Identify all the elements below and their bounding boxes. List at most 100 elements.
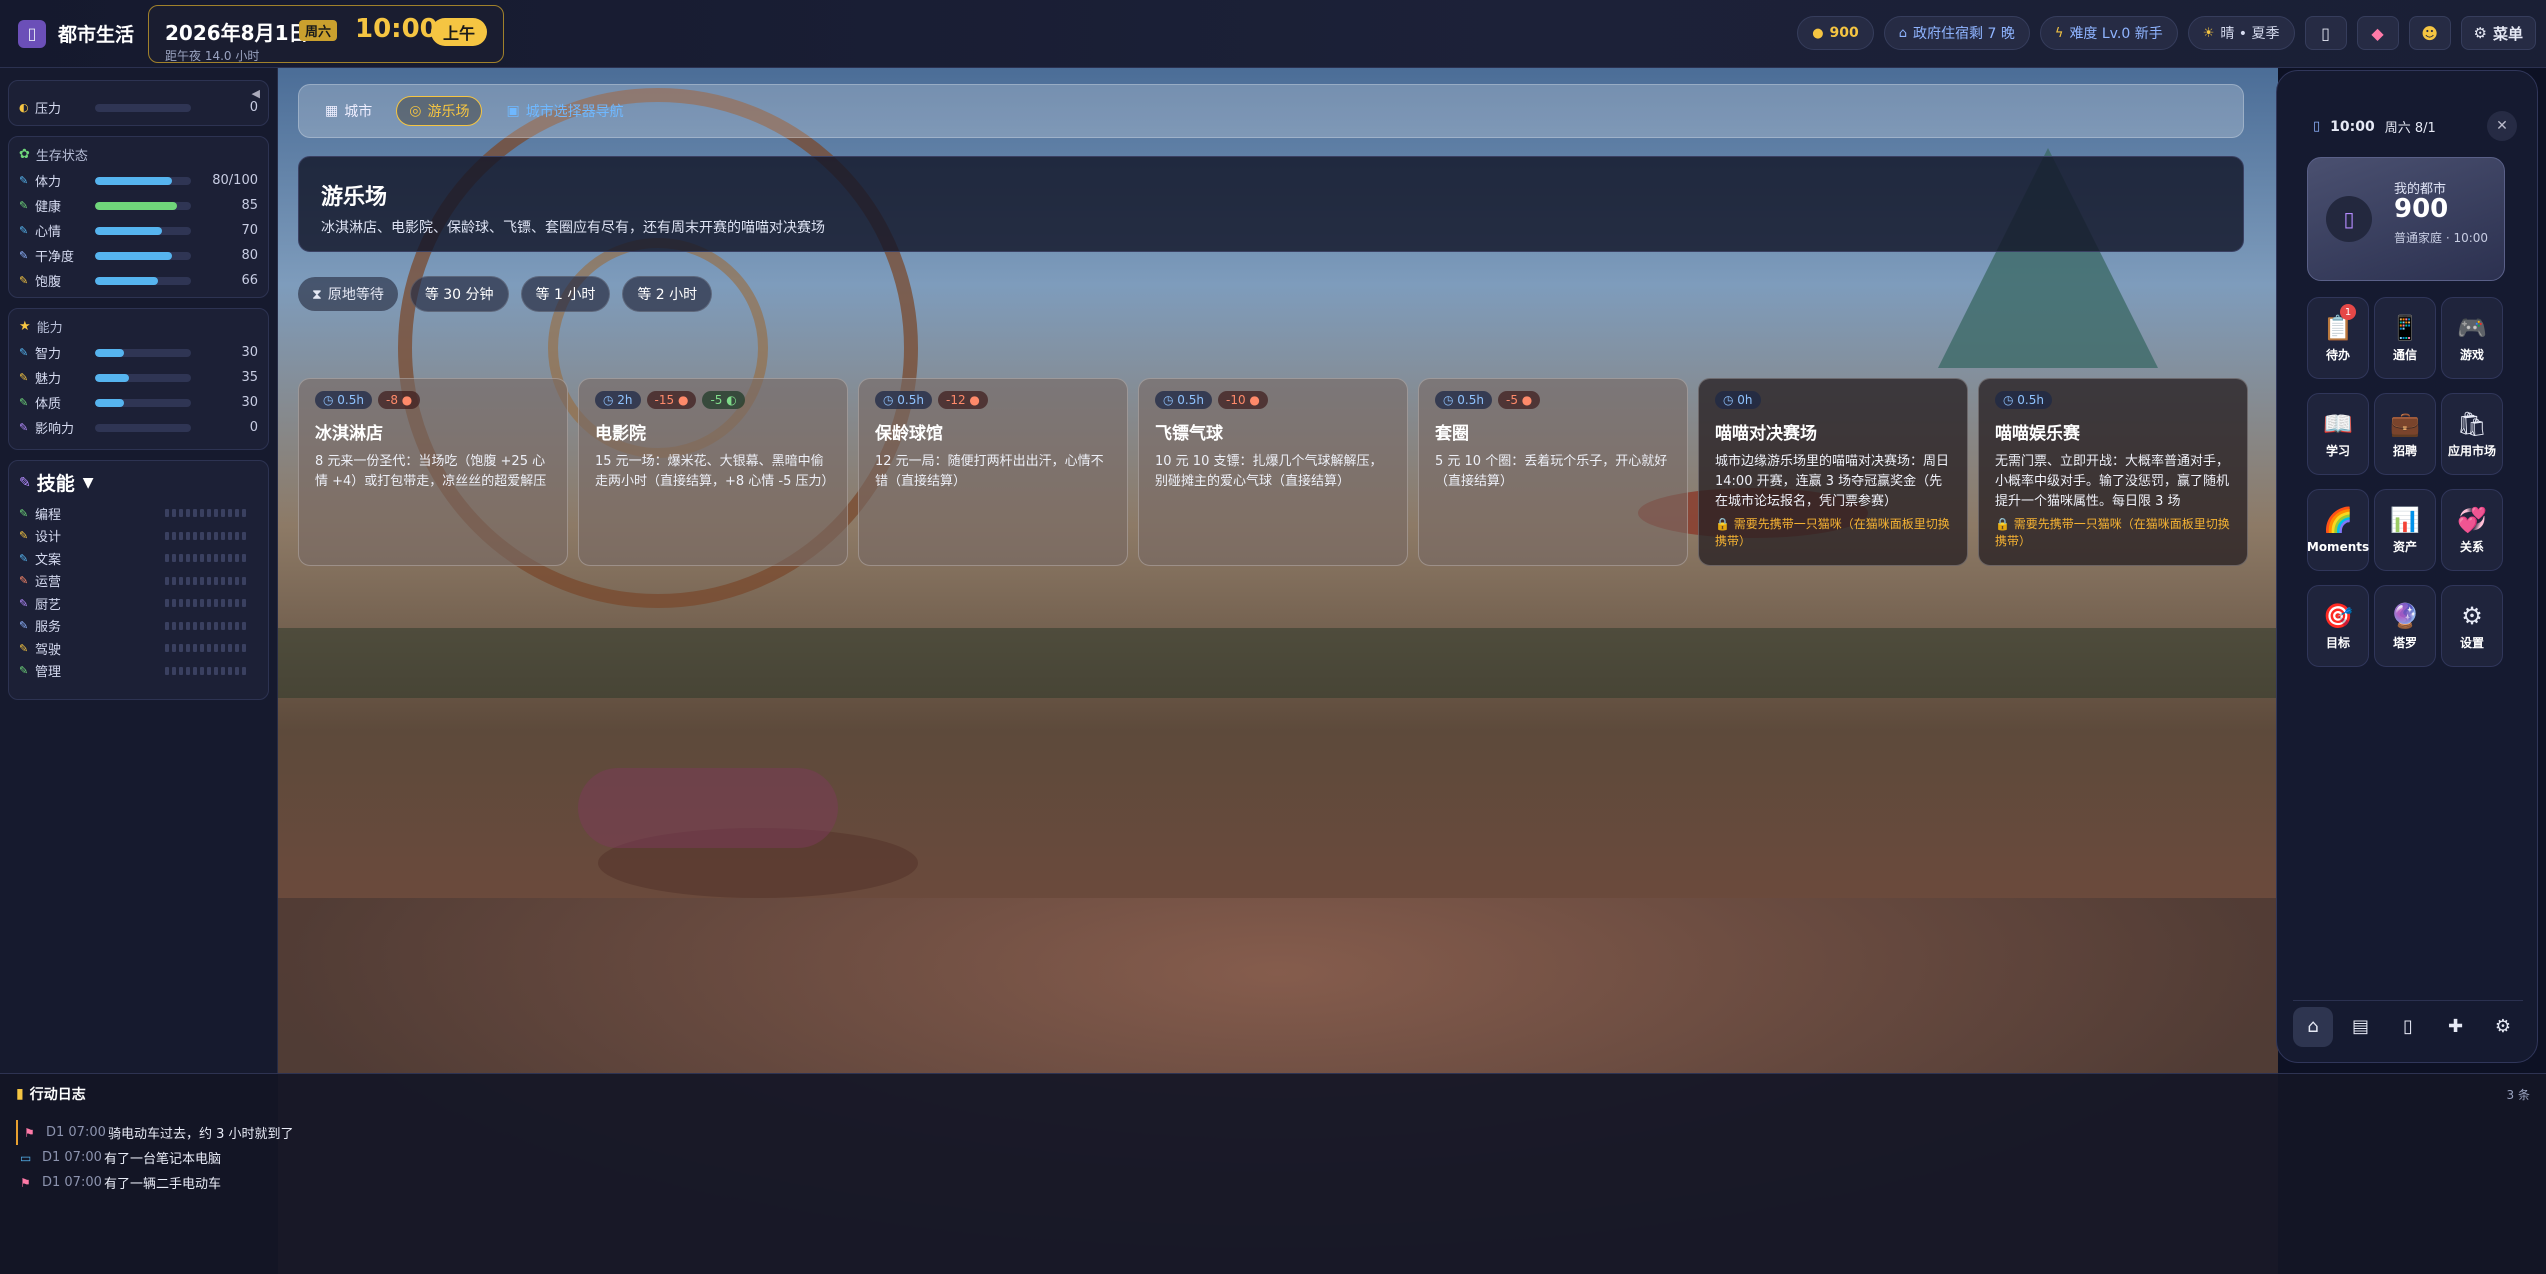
app-label: 目标 [2325, 636, 2350, 650]
skill-row[interactable]: ✎ 管理 [19, 660, 258, 683]
wait-1h-button[interactable]: 等 1 小时 [520, 276, 611, 312]
app-label: 学习 [2325, 444, 2350, 458]
card-title: 电影院 [595, 424, 646, 444]
skill-row[interactable]: ✎ 设计 [19, 525, 258, 548]
stat-label: 影响力 [35, 422, 75, 437]
close-icon: ✕ [2496, 118, 2508, 134]
cat-button[interactable]: ☻ [2408, 16, 2451, 50]
location-description: 冰淇淋店、电影院、保龄球、飞镖、套圈应有尽有，还有周末开赛的喵喵对决赛场 [321, 220, 825, 236]
breadcrumb-current[interactable]: ◎ 游乐场 [396, 96, 483, 126]
difficulty-pill[interactable]: ϟ 难度 Lv.0 新手 [2039, 16, 2178, 50]
stat-value: 80 [241, 248, 258, 263]
app-store-bag[interactable]: 🛍 应用市场 [2441, 393, 2503, 475]
cost-tag: -12 ● [938, 391, 988, 409]
gamepad-icon: ✚ [2447, 1016, 2464, 1037]
phone-status-bar: ▯ 10:00 周六 8/1 [2313, 117, 2436, 137]
wait-label: ⧗ 原地等待 [298, 277, 398, 311]
breadcrumb-city-selector[interactable]: ▣ 城市选择器导航 [506, 101, 623, 121]
stat-bar [95, 423, 191, 432]
skill-row[interactable]: ✎ 编程 [19, 502, 258, 525]
activity-card[interactable]: ◷ 0.5h 喵喵娱乐赛 无需门票、立即开战：大概率普通对手，小概率中级对手。输了没… [1978, 378, 2248, 566]
stat-bar [95, 226, 191, 235]
housing-pill[interactable]: ⌂ 政府住宿剩 7 晚 [1883, 16, 2030, 50]
dock-games[interactable]: ✚ [2436, 1007, 2476, 1047]
card-description: 城市边缘游乐场里的喵喵对决赛场：周日 14:00 开赛，连赢 3 场夺冠赢奖金（… [1715, 454, 1950, 509]
dock-home[interactable]: ⌂ [2293, 1006, 2333, 1047]
pencil-icon: ✎ [19, 421, 29, 434]
stat-row: ✎ 干净度 80 [19, 243, 258, 268]
collapse-sidebar-button[interactable]: ◀ [252, 87, 260, 100]
activity-card[interactable]: ◷ 0.5h -8 ● 冰淇淋店 8 元来一份圣代：当场吃（饱腹 +25 心情 +4）… [298, 378, 568, 566]
activity-card[interactable]: ◷ 0.5h -10 ● 飞镖气球 10 元 10 支镖：扎爆几个气球解解压，别碰摊主… [1138, 378, 1408, 566]
clipboard-icon: ▤ [2351, 1016, 2369, 1037]
app-target[interactable]: 🎯 目标 [2307, 585, 2369, 667]
app-tarot[interactable]: 🔮 塔罗 [2374, 585, 2436, 667]
weather-pill[interactable]: ☀ 晴 • 夏季 [2187, 16, 2295, 50]
coin-icon: ● [674, 393, 689, 407]
stat-label: 饱腹 [35, 275, 62, 290]
stat-value: 85 [241, 198, 258, 213]
difficulty-text: 难度 Lv.0 新手 [2069, 26, 2163, 42]
skill-label: 文案 [35, 552, 62, 568]
app-gear[interactable]: ⚙ 设置 [2441, 585, 2503, 667]
location-header: 游乐场 冰淇淋店、电影院、保龄球、飞镖、套圈应有尽有，还有周末开赛的喵喵对决赛场 [298, 156, 2244, 252]
card-title: 冰淇淋店 [315, 424, 383, 444]
skills-toggle[interactable]: ✎ 技能 ▼ [19, 469, 258, 496]
gear-icon: ⚙ [2461, 602, 2483, 630]
app-briefcase[interactable]: 💼 招聘 [2374, 393, 2436, 475]
pencil-icon: ✎ [19, 474, 31, 491]
bag-button[interactable]: ◆ [2356, 16, 2399, 50]
activity-card[interactable]: ◷ 0h 喵喵对决赛场 城市边缘游乐场里的喵喵对决赛场：周日 14:00 开赛，连赢… [1698, 378, 1968, 566]
my-city-card[interactable]: ▯ 我的都市 900 普通家庭 · 10:00 [2307, 157, 2505, 281]
top-bar: ▯ 都市生活 2026年8月1日 周六 10:00 上午 距午夜 14.0 小时… [0, 0, 2546, 68]
card-tags: ◷ 0.5h [1995, 391, 2231, 409]
app-gamepad[interactable]: 🎮 游戏 [2441, 297, 2503, 379]
left-sidebar: ◀ ◐ 压力 0 ✿ 生存状态 ✎ 体力 80/100 ✎ 健康 85 ✎ 心情 70 ✎ 干净度 80… [0, 68, 278, 1073]
top-right-controls: ● 900 ⌂ 政府住宿剩 7 晚 ϟ 难度 Lv.0 新手 ☀ 晴 • 夏季 ▯ ◆ … [1797, 16, 2536, 50]
skill-row[interactable]: ✎ 厨艺 [19, 592, 258, 615]
card-tags: ◷ 0.5h -5 ● [1435, 391, 1671, 409]
pencil-icon: ✎ [19, 596, 29, 610]
skill-label: 运营 [35, 575, 62, 591]
app-root: { "app": {"title": "都市生活", "logo_icon": … [0, 0, 2546, 1274]
app-bar-chart[interactable]: 📊 资产 [2374, 489, 2436, 571]
requirement-text: 需要先携带一只猫咪（在猫咪面板里切换携带） [1715, 517, 1950, 548]
stat-value: 80/100 [212, 173, 258, 188]
menu-button[interactable]: ⚙ 菜单 [2460, 16, 2536, 50]
skill-row[interactable]: ✎ 运营 [19, 570, 258, 593]
skill-level-dots [165, 554, 246, 563]
ability-panel: ★ 能力 ✎ 智力 30 ✎ 魅力 35 ✎ 体质 30 ✎ 影响力 0 [8, 308, 269, 450]
dock-settings[interactable]: ⚙ [2483, 1007, 2523, 1047]
wait-2h-button[interactable]: 等 2 小时 [622, 276, 713, 312]
time-value: 2h [617, 393, 633, 407]
app-heart[interactable]: 💞 关系 [2441, 489, 2503, 571]
activity-card[interactable]: ◷ 2h -15 ● -5 ◐ 电影院 15 元一场：爆米花、大银幕、黑暗中偷走两小时（… [578, 378, 848, 566]
coin-icon: ● [1245, 393, 1260, 407]
app-book[interactable]: 📖 学习 [2307, 393, 2369, 475]
activity-card[interactable]: ◷ 0.5h -5 ● 套圈 5 元 10 个圈：丢着玩个乐子，开心就好（直接结算） [1418, 378, 1688, 566]
dock-phone[interactable]: ▯ [2388, 1007, 2428, 1047]
activity-card[interactable]: ◷ 0.5h -12 ● 保龄球馆 12 元一局：随便打两杆出出汗，心情不错（直接结算… [858, 378, 1128, 566]
stat-bar [95, 276, 191, 285]
breadcrumb-city[interactable]: ▦ 城市 [325, 101, 372, 121]
clock-countdown: 距午夜 14.0 小时 [165, 48, 260, 63]
app-label: 招聘 [2392, 444, 2417, 458]
lightning-icon: ϟ [2054, 25, 2064, 41]
phone-button[interactable]: ▯ [2304, 16, 2347, 50]
money-pill[interactable]: ● 900 [1797, 16, 1874, 50]
skill-row[interactable]: ✎ 服务 [19, 615, 258, 638]
app-rainbow[interactable]: 🌈 Moments [2307, 489, 2369, 571]
skill-row[interactable]: ✎ 文案 [19, 547, 258, 570]
time-tag: ◷ 0.5h [1435, 391, 1492, 409]
clock-icon: ◷ [1723, 393, 1738, 407]
card-title: 飞镖气球 [1155, 424, 1223, 444]
app-clipboard[interactable]: 📋 待办 1 [2307, 297, 2369, 379]
dock-todo[interactable]: ▤ [2341, 1007, 2381, 1047]
wait-30min-button[interactable]: 等 30 分钟 [409, 276, 509, 312]
stat-bar [95, 251, 191, 260]
close-phone-button[interactable]: ✕ [2487, 111, 2517, 141]
app-phone[interactable]: 📱 通信 [2374, 297, 2436, 379]
skill-row[interactable]: ✎ 驾驶 [19, 637, 258, 660]
stat-bar [95, 201, 191, 210]
card-title: 保龄球馆 [875, 424, 943, 444]
